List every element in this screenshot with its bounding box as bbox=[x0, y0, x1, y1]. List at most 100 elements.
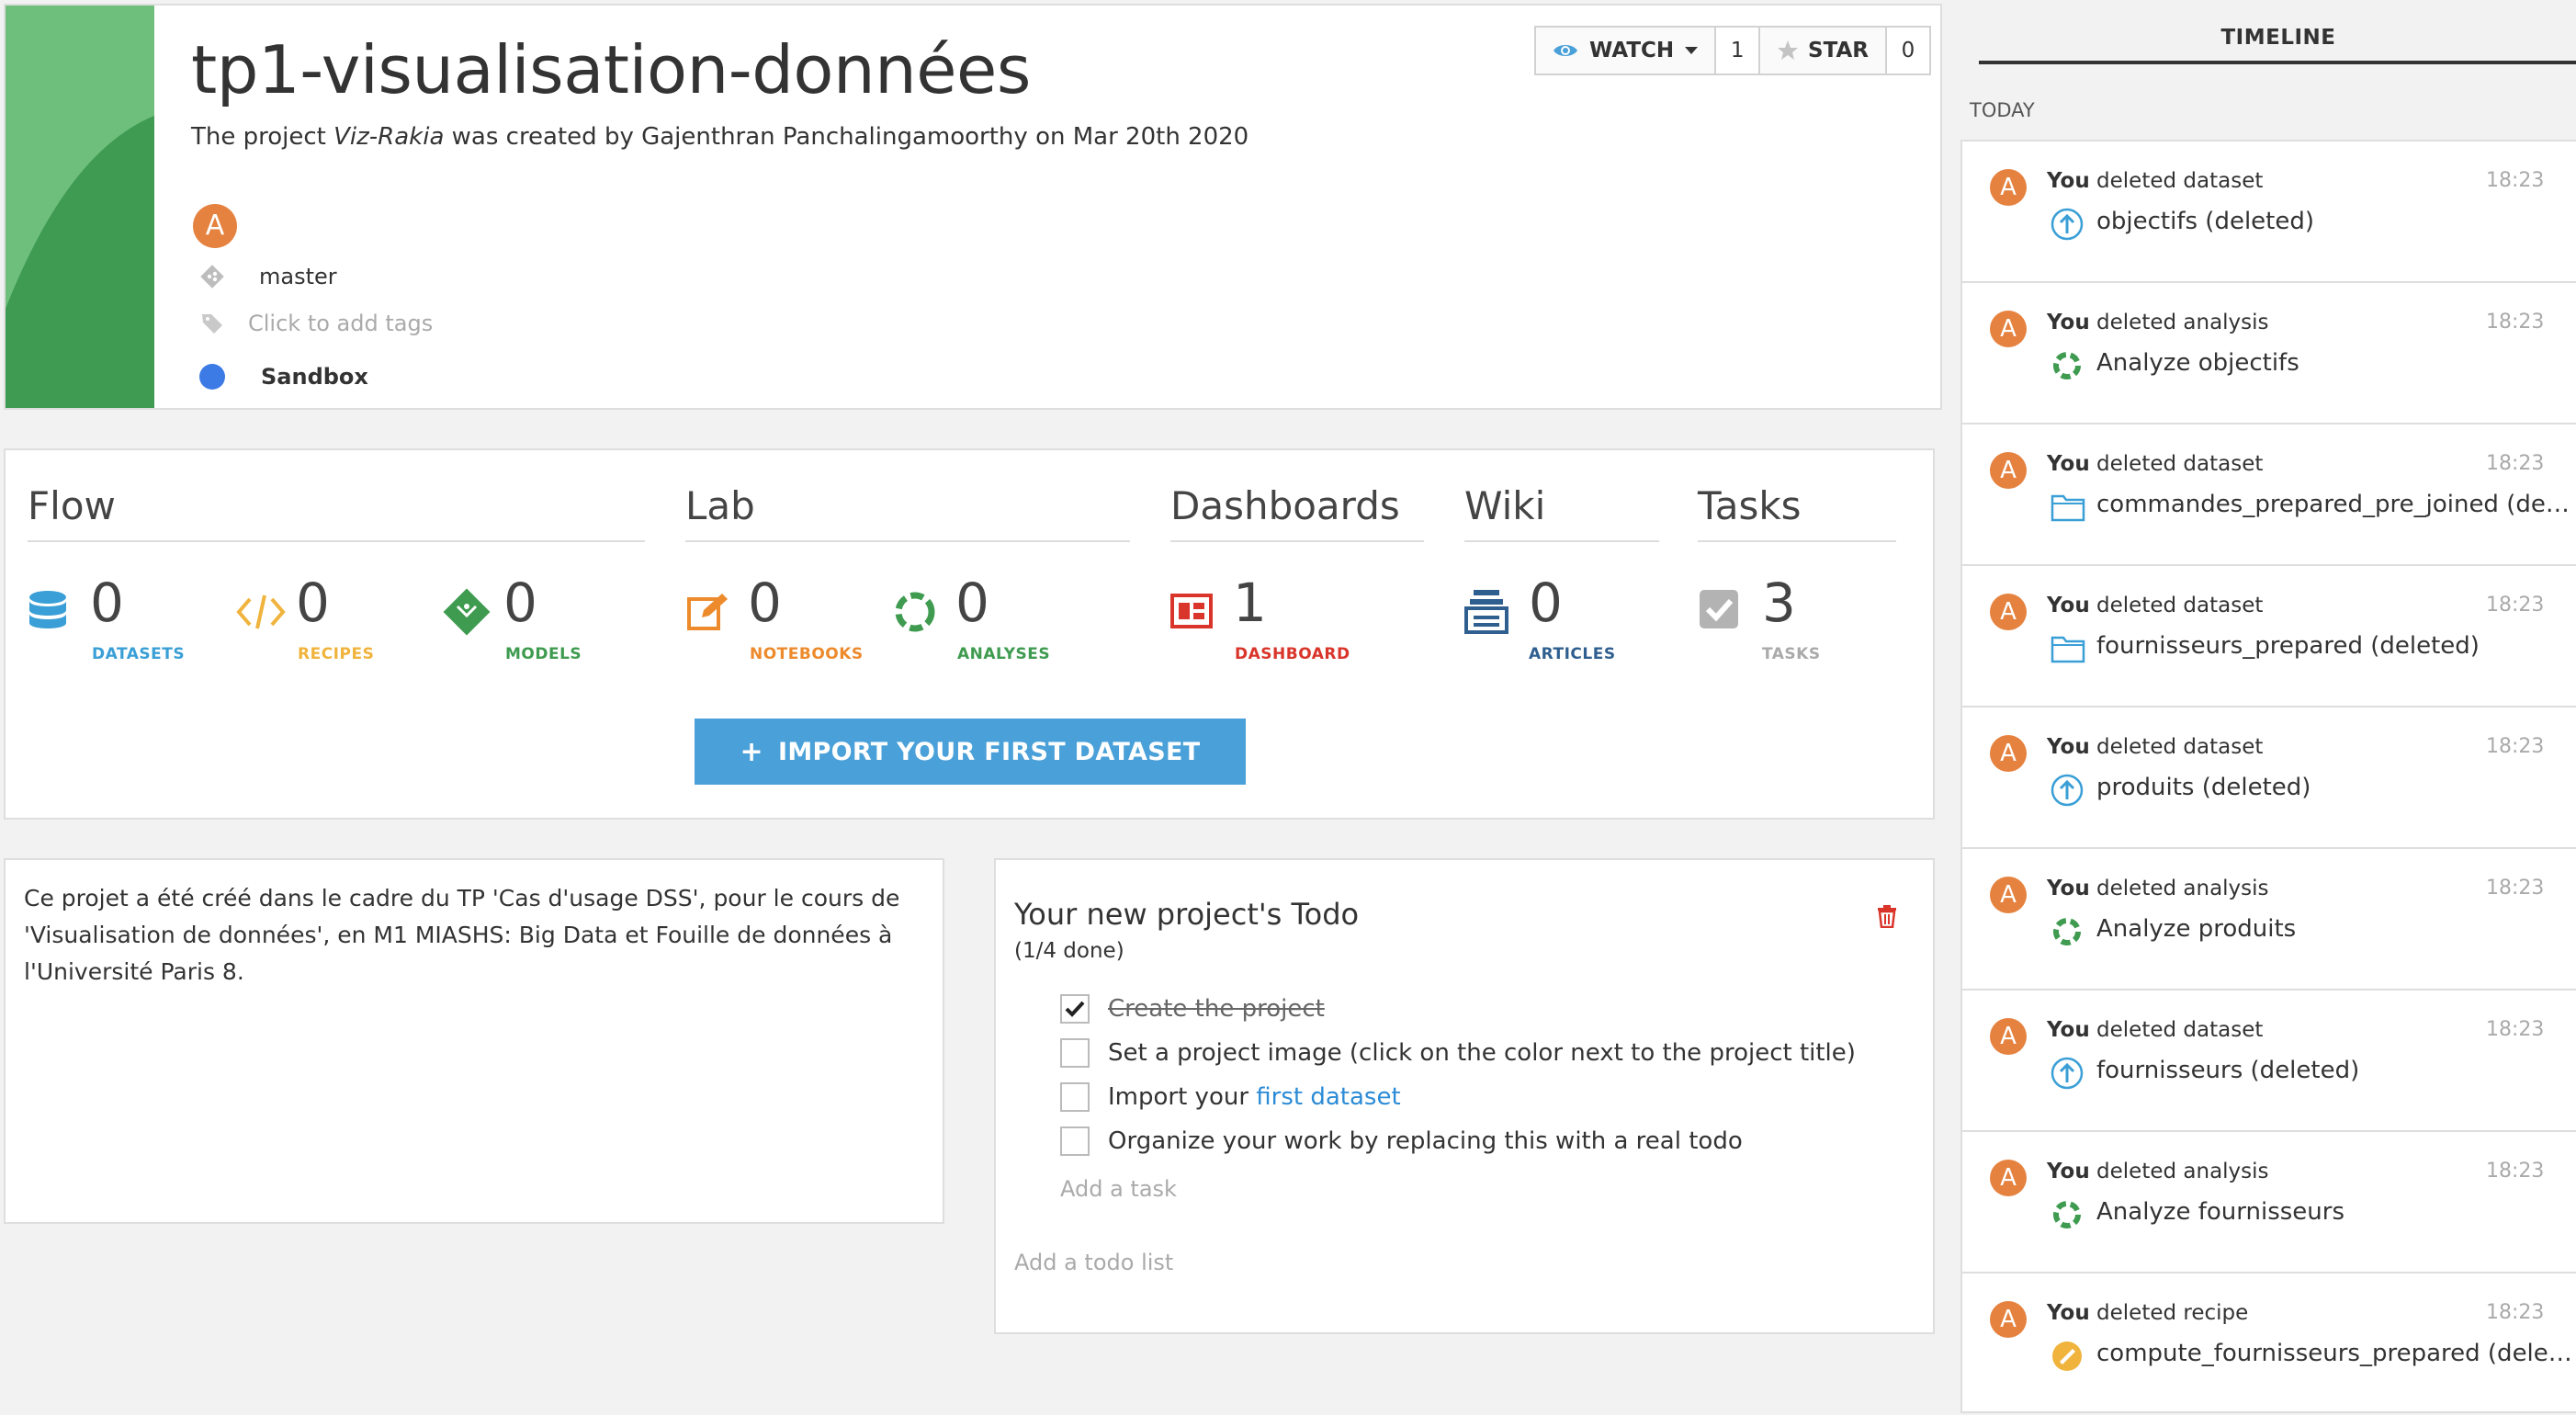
watch-count[interactable]: 1 bbox=[1716, 26, 1761, 75]
avatar[interactable]: A bbox=[193, 204, 237, 248]
watch-button[interactable]: WATCH bbox=[1534, 26, 1717, 75]
todo-item: Organize your work by replacing this wit… bbox=[1060, 1126, 1743, 1156]
star-count[interactable]: 0 bbox=[1886, 26, 1931, 75]
tags-row[interactable]: Click to add tags bbox=[197, 311, 433, 336]
todo-item-text[interactable]: Organize your work by replacing this wit… bbox=[1108, 1127, 1743, 1155]
timeline-actor[interactable]: You bbox=[2047, 1018, 2090, 1042]
timeline-list: A You deleted dataset 18:23 objectifs (d… bbox=[1960, 140, 2576, 1413]
import-first-dataset-button[interactable]: + IMPORT YOUR FIRST DATASET bbox=[695, 719, 1246, 785]
timeline-actor[interactable]: You bbox=[2047, 311, 2090, 334]
eye-icon bbox=[1553, 41, 1578, 60]
star-button[interactable]: STAR bbox=[1758, 26, 1887, 75]
project-image[interactable] bbox=[6, 6, 154, 408]
timeline-object[interactable]: Analyze produits bbox=[2096, 915, 2574, 943]
timeline-object[interactable]: fournisseurs_prepared (deleted) bbox=[2096, 632, 2574, 660]
todo-item-text[interactable]: Create the project bbox=[1108, 995, 1325, 1023]
todo-item-text[interactable]: Set a project image (click on the color … bbox=[1108, 1039, 1856, 1067]
plus-icon: + bbox=[740, 735, 763, 768]
add-task-input[interactable]: Add a task bbox=[1060, 1176, 1177, 1202]
timeline-item[interactable]: A You deleted dataset 18:23 commandes_pr… bbox=[1960, 423, 2576, 564]
todo-checkbox[interactable] bbox=[1060, 1038, 1090, 1068]
avatar[interactable]: A bbox=[1990, 169, 2027, 206]
timeline-object[interactable]: commandes_prepared_pre_joined (deleted) bbox=[2096, 491, 2574, 518]
analysis-icon bbox=[2051, 915, 2084, 948]
section-title-wiki[interactable]: Wiki bbox=[1464, 483, 1545, 528]
timeline-item[interactable]: A You deleted analysis 18:23 Analyze pro… bbox=[1960, 847, 2576, 989]
avatar[interactable]: A bbox=[1990, 877, 2027, 913]
timeline-action: deleted dataset bbox=[2089, 735, 2264, 759]
timeline-action: deleted dataset bbox=[2089, 452, 2264, 476]
todo-item-text[interactable]: Import your first dataset bbox=[1108, 1083, 1401, 1111]
star-group: STAR 0 bbox=[1758, 26, 1931, 75]
git-branch-icon bbox=[197, 263, 228, 290]
timeline-object[interactable]: Analyze objectifs bbox=[2096, 349, 2574, 377]
todo-item: Create the project bbox=[1060, 994, 1325, 1024]
timeline-actor[interactable]: You bbox=[2047, 452, 2090, 476]
todo-item-text-prefix: Import your bbox=[1108, 1083, 1257, 1111]
todo-panel: Your new project's Todo (1/4 done) Creat… bbox=[994, 858, 1935, 1334]
section-title-flow[interactable]: Flow bbox=[28, 483, 116, 528]
timeline-item[interactable]: A You deleted dataset 18:23 fournisseurs… bbox=[1960, 564, 2576, 706]
todo-item: Set a project image (click on the color … bbox=[1060, 1038, 1856, 1068]
timeline-time: 18:23 bbox=[2486, 594, 2545, 617]
project-status-row[interactable]: Sandbox bbox=[197, 364, 368, 390]
project-subtitle: The project Viz-Rakia was created by Gaj… bbox=[191, 123, 1248, 151]
timeline-actor[interactable]: You bbox=[2047, 877, 2090, 900]
avatar[interactable]: A bbox=[1990, 1018, 2027, 1055]
avatar[interactable]: A bbox=[1990, 735, 2027, 772]
stat-label: RECIPES bbox=[298, 645, 375, 663]
timeline-object[interactable]: fournisseurs (deleted) bbox=[2096, 1057, 2574, 1084]
project-description[interactable]: Ce projet a été créé dans le cadre du TP… bbox=[4, 858, 944, 1224]
timeline-action: deleted dataset bbox=[2089, 1018, 2264, 1042]
todo-checkbox[interactable] bbox=[1060, 994, 1090, 1024]
timeline-time: 18:23 bbox=[2486, 311, 2545, 334]
star-label: STAR bbox=[1808, 39, 1869, 62]
timeline-item[interactable]: A You deleted analysis 18:23 Analyze fou… bbox=[1960, 1130, 2576, 1272]
timeline-actor[interactable]: You bbox=[2047, 1160, 2090, 1183]
timeline-object[interactable]: produits (deleted) bbox=[2096, 774, 2574, 801]
timeline-actor[interactable]: You bbox=[2047, 594, 2090, 617]
timeline-tab[interactable]: TIMELINE bbox=[1984, 26, 2572, 50]
divider bbox=[28, 540, 645, 542]
analysis-icon bbox=[2051, 1198, 2084, 1231]
timeline-action: deleted dataset bbox=[2089, 594, 2264, 617]
upload-icon bbox=[2051, 1057, 2084, 1090]
checkmark-icon bbox=[1065, 1001, 1085, 1017]
timeline-object[interactable]: Analyze fournisseurs bbox=[2096, 1198, 2574, 1226]
tags-placeholder[interactable]: Click to add tags bbox=[248, 311, 433, 336]
avatar[interactable]: A bbox=[1990, 452, 2027, 489]
timeline-object[interactable]: objectifs (deleted) bbox=[2096, 208, 2574, 235]
section-title-lab[interactable]: Lab bbox=[685, 483, 755, 528]
todo-title[interactable]: Your new project's Todo bbox=[1014, 897, 1359, 932]
todo-checkbox[interactable] bbox=[1060, 1082, 1090, 1112]
timeline-time: 18:23 bbox=[2486, 1301, 2545, 1324]
divider bbox=[685, 540, 1130, 542]
timeline-object[interactable]: compute_fournisseurs_prepared (deleted) bbox=[2096, 1340, 2574, 1367]
timeline-item[interactable]: A You deleted analysis 18:23 Analyze obj… bbox=[1960, 281, 2576, 423]
timeline-item[interactable]: A You deleted dataset 18:23 fournisseurs… bbox=[1960, 989, 2576, 1130]
timeline-action: deleted analysis bbox=[2089, 311, 2269, 334]
first-dataset-link[interactable]: first dataset bbox=[1256, 1083, 1400, 1111]
timeline-actor[interactable]: You bbox=[2047, 1301, 2090, 1325]
avatar[interactable]: A bbox=[1990, 1160, 2027, 1196]
branch-row[interactable]: master bbox=[197, 263, 337, 290]
timeline-actor[interactable]: You bbox=[2047, 735, 2090, 759]
avatar[interactable]: A bbox=[1990, 1301, 2027, 1338]
timeline-item[interactable]: A You deleted dataset 18:23 produits (de… bbox=[1960, 706, 2576, 847]
section-title-tasks[interactable]: Tasks bbox=[1698, 483, 1802, 528]
timeline-actor[interactable]: You bbox=[2047, 169, 2090, 193]
dashboard-icon bbox=[1170, 594, 1213, 628]
section-title-dashboards[interactable]: Dashboards bbox=[1170, 483, 1400, 528]
add-todo-list-input[interactable]: Add a todo list bbox=[1014, 1250, 1173, 1275]
timeline-item[interactable]: A You deleted recipe 18:23 compute_fourn… bbox=[1960, 1272, 2576, 1413]
trash-icon[interactable] bbox=[1876, 904, 1898, 928]
avatar[interactable]: A bbox=[1990, 311, 2027, 347]
subtitle-suffix: was created by Gajenthran Panchalingamoo… bbox=[444, 123, 1249, 151]
timeline-item[interactable]: A You deleted dataset 18:23 objectifs (d… bbox=[1960, 140, 2576, 281]
stat-value: 0 bbox=[1529, 572, 1563, 634]
todo-checkbox[interactable] bbox=[1060, 1126, 1090, 1156]
database-icon bbox=[28, 590, 68, 636]
stat-label: NOTEBOOKS bbox=[750, 645, 864, 663]
avatar[interactable]: A bbox=[1990, 594, 2027, 630]
timeline-action: deleted analysis bbox=[2089, 877, 2269, 900]
